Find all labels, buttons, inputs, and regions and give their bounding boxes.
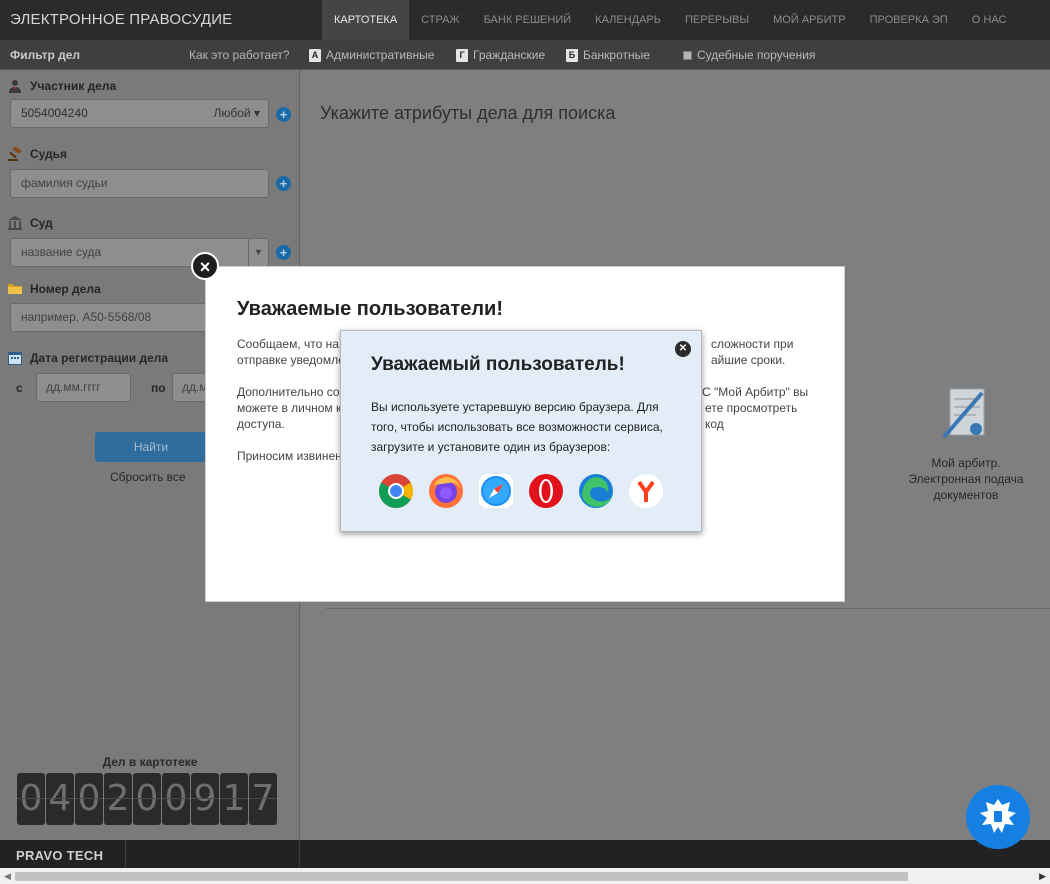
counter-digit: 7 <box>249 773 277 825</box>
browser-list <box>378 473 664 509</box>
counter-digit: 2 <box>104 773 132 825</box>
participant-value: 5054004240 <box>21 106 88 120</box>
court-label: Суд <box>8 216 53 230</box>
court-orders-checkbox[interactable]: Судебные поручения <box>683 48 815 62</box>
browser-popup-title: Уважаемый пользователь! <box>371 354 625 375</box>
person-icon <box>9 80 21 93</box>
firefox-icon[interactable] <box>428 473 464 509</box>
scroll-left-icon[interactable]: ◀ <box>4 871 11 882</box>
browser-popup-close-icon[interactable]: ✕ <box>675 341 691 357</box>
participant-input[interactable]: 5054004240 Любой ▾ <box>10 99 269 128</box>
category-administrative[interactable]: А Административные <box>309 48 434 62</box>
chrome-icon[interactable] <box>378 473 414 509</box>
scroll-right-icon[interactable]: ▶ <box>1039 871 1046 882</box>
outdated-browser-popup: Уважаемый пользователь! ✕ Вы используете… <box>340 330 702 532</box>
category-label: Гражданские <box>473 48 546 62</box>
add-participant-button[interactable]: + <box>276 107 291 122</box>
court-orders-label: Судебные поручения <box>697 48 816 62</box>
judge-label: Судья <box>8 147 67 161</box>
how-it-works-link[interactable]: Как это работает? <box>189 48 290 62</box>
nav-pereryvy[interactable]: ПЕРЕРЫВЫ <box>673 0 761 40</box>
nav-proverka-ep[interactable]: ПРОВЕРКА ЭП <box>858 0 960 40</box>
civil-icon: Г <box>456 48 468 62</box>
category-label: Банкротные <box>583 48 650 62</box>
site-logo[interactable]: ЭЛЕКТРОННОЕ ПРАВОСУДИЕ <box>10 11 232 28</box>
date-from-label: с <box>16 381 23 395</box>
pravo-tech-logo[interactable]: PRAVO TECH <box>16 848 103 863</box>
scrollbar-thumb[interactable] <box>15 872 908 881</box>
counter-digit: 4 <box>46 773 74 825</box>
counter-digit: 0 <box>133 773 161 825</box>
browser-popup-text: Вы используете устаревшую версию браузер… <box>371 400 663 454</box>
nav-strazh[interactable]: СТРАЖ <box>409 0 471 40</box>
tile-moy-arbitr-line3: документов <box>933 488 999 502</box>
participant-label: Участник дела <box>8 79 116 93</box>
checkbox-icon <box>683 50 692 60</box>
court-building-icon <box>8 216 22 230</box>
date-from-input[interactable]: дд.мм.гггг <box>36 373 131 402</box>
reg-date-label: Дата регистрации дела <box>8 351 168 365</box>
case-number-label: Номер дела <box>8 282 101 296</box>
counter-digit: 0 <box>75 773 103 825</box>
administrative-icon: А <box>309 48 321 62</box>
date-to-label: по <box>151 381 166 395</box>
document-pen-icon <box>942 388 985 439</box>
horizontal-scrollbar[interactable]: ◀ ▶ <box>0 868 1050 884</box>
nav-o-nas[interactable]: О НАС <box>960 0 1019 40</box>
add-court-button[interactable]: + <box>276 245 291 260</box>
tile-moy-arbitr-line2: Электронная подача <box>908 472 1024 486</box>
divider <box>125 840 126 868</box>
nav-moy-arbitr[interactable]: МОЙ АРБИТР <box>761 0 858 40</box>
category-civil[interactable]: Г Гражданские <box>456 48 545 62</box>
counter-digit: 0 <box>17 773 45 825</box>
yandex-icon[interactable] <box>628 473 664 509</box>
gavel-icon <box>8 147 22 161</box>
judge-input[interactable]: фамилия судьи <box>10 169 269 198</box>
cases-counter-title: Дел в картотеке <box>102 755 198 769</box>
category-bankruptcy[interactable]: Б Банкротные <box>566 48 650 62</box>
nav-kartoteka[interactable]: КАРТОТЕКА <box>322 0 410 40</box>
folder-icon <box>8 284 22 294</box>
tile-moy-arbitr-line1: Мой арбитр. <box>931 456 1001 470</box>
court-input[interactable]: название суда ▼ <box>10 238 269 267</box>
edge-icon[interactable] <box>578 473 614 509</box>
caret-down-icon: ▾ <box>253 106 260 120</box>
add-judge-button[interactable]: + <box>276 176 291 191</box>
footer-bar: PRAVO TECH <box>0 840 1050 868</box>
nav-calendar[interactable]: КАЛЕНДАРЬ <box>583 0 673 40</box>
participant-role-select[interactable]: Любой ▾ <box>214 100 261 127</box>
dialog-close-icon[interactable]: × <box>191 252 219 280</box>
counter-digit: 1 <box>220 773 248 825</box>
divider <box>299 840 300 868</box>
case-number-placeholder: например, А50-5568/08 <box>21 310 152 324</box>
top-navbar: ЭЛЕКТРОННОЕ ПРАВОСУДИЕ КАРТОТЕКА СТРАЖ Б… <box>0 0 1050 40</box>
main-nav: КАРТОТЕКА СТРАЖ БАНК РЕШЕНИЙ КАЛЕНДАРЬ П… <box>322 0 1018 40</box>
category-label: Административные <box>326 48 435 62</box>
court-placeholder: название суда <box>21 245 102 259</box>
filter-title: Фильтр дел <box>10 48 81 62</box>
bankruptcy-icon: Б <box>566 48 578 62</box>
calendar-icon <box>8 352 22 365</box>
dialog-title: Уважаемые пользователи! <box>237 298 503 320</box>
tile-moy-arbitr[interactable]: Мой арбитр. Электронная подача документо… <box>896 385 1036 503</box>
find-button[interactable]: Найти <box>95 432 207 462</box>
judge-placeholder: фамилия судьи <box>21 176 108 190</box>
reset-all-link[interactable]: Сбросить все <box>110 470 186 484</box>
russian-emblem-icon[interactable] <box>966 785 1030 849</box>
cases-counter: 0 4 0 2 0 0 9 1 7 <box>17 773 277 825</box>
counter-digit: 0 <box>162 773 190 825</box>
divider <box>326 608 1050 609</box>
filter-bar: Фильтр дел Как это работает? А Администр… <box>0 40 1050 70</box>
counter-digit: 9 <box>191 773 219 825</box>
nav-bank-resheniy[interactable]: БАНК РЕШЕНИЙ <box>472 0 584 40</box>
safari-icon[interactable] <box>478 473 514 509</box>
search-heading: Укажите атрибуты дела для поиска <box>320 103 616 123</box>
court-dropdown-icon[interactable]: ▼ <box>248 239 268 266</box>
opera-icon[interactable] <box>528 473 564 509</box>
